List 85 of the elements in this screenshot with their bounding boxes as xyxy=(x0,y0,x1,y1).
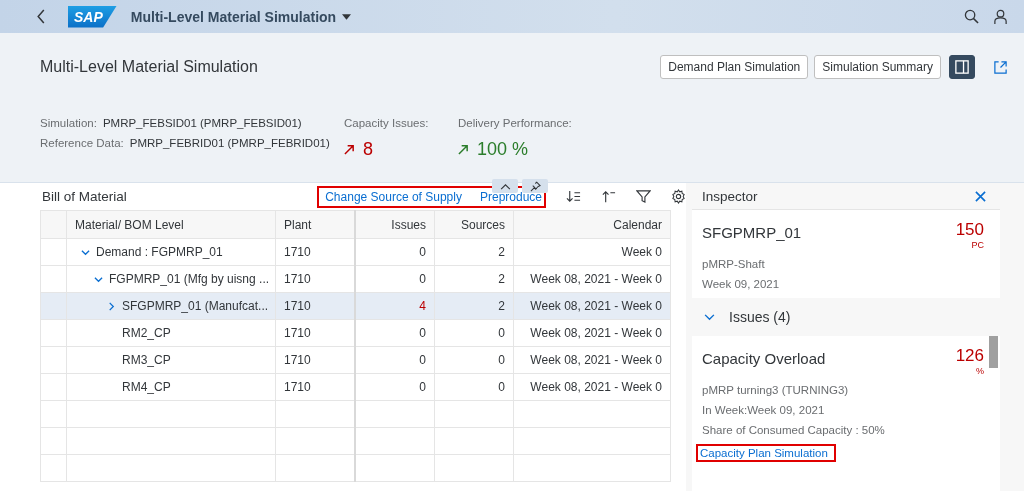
table-cell: 0 xyxy=(434,346,514,374)
column-header[interactable]: Sources xyxy=(434,210,514,239)
kpi-label: Delivery Performance: xyxy=(458,117,572,129)
item-description: pMRP-Shaft xyxy=(702,258,766,270)
table-cell: 0 xyxy=(434,319,514,347)
attribute-label: Simulation: xyxy=(40,117,97,129)
user-icon[interactable] xyxy=(993,9,1008,24)
side-panel-toggle[interactable] xyxy=(949,55,975,79)
item-unit: PC xyxy=(971,240,984,250)
table-cell: Week 08, 2021 - Week 0 xyxy=(513,373,671,401)
page-title: Multi-Level Material Simulation xyxy=(40,58,258,76)
attribute-label: Reference Data: xyxy=(40,137,124,149)
table-cell: 1710 xyxy=(275,292,355,320)
header-button[interactable]: Simulation Summary xyxy=(814,55,941,79)
table-cell: FGPMRP_01 (Mfg by uisng ... xyxy=(66,265,276,293)
expand-chevron-icon[interactable] xyxy=(81,247,90,257)
table-cell: 0 xyxy=(355,265,435,293)
table-cell: 2 xyxy=(434,238,514,266)
pin-icon xyxy=(529,180,541,192)
collapse-header-button[interactable] xyxy=(492,179,518,193)
pin-header-button[interactable] xyxy=(522,179,548,193)
chevron-up-icon xyxy=(499,182,511,190)
scrollbar-thumb[interactable] xyxy=(989,336,998,368)
kpi-value: 100 % xyxy=(477,139,529,160)
expand-chevron-icon[interactable] xyxy=(107,301,116,311)
caret-icon xyxy=(342,13,352,20)
table-cell: 0 xyxy=(355,238,435,266)
toolbar-link[interactable]: Preproduce xyxy=(479,189,542,204)
issue-title: Capacity Overload xyxy=(702,350,826,367)
issue-detail: pMRP turning3 (TURNING3) xyxy=(702,384,850,396)
inspector-title: Inspector xyxy=(702,188,758,204)
table-cell: SFGPMRP_01 (Manufcat... xyxy=(66,292,276,320)
column-header[interactable]: Material/ BOM Level xyxy=(66,210,276,239)
table-cell: RM4_CP xyxy=(66,373,276,401)
table-cell: Week 08, 2021 - Week 0 xyxy=(513,346,671,374)
table-cell: 1710 xyxy=(275,238,355,266)
side-panel-icon xyxy=(955,60,969,74)
item-name: SFGPMRP_01 xyxy=(702,224,802,241)
column-header[interactable]: Issues xyxy=(355,210,435,239)
kpi-label: Capacity Issues: xyxy=(344,117,430,129)
issue-value: 126 xyxy=(955,346,984,366)
table-cell: 2 xyxy=(434,265,514,293)
share-icon[interactable] xyxy=(993,59,1008,75)
table-cell: 1710 xyxy=(275,319,355,347)
table-cell: RM2_CP xyxy=(66,319,276,347)
close-icon[interactable] xyxy=(975,190,986,202)
table-cell: Week 08, 2021 - Week 0 xyxy=(513,292,671,320)
sort-icon[interactable] xyxy=(566,189,581,204)
table-cell: 1710 xyxy=(275,346,355,374)
table-title: Bill of Material xyxy=(42,189,128,204)
back-icon[interactable] xyxy=(36,9,46,24)
table-cell: RM3_CP xyxy=(66,346,276,374)
section-title[interactable]: Issues (4) xyxy=(729,309,791,325)
capacity-plan-link[interactable]: Capacity Plan Simulation xyxy=(700,447,828,459)
app-title-menu[interactable]: Multi-Level Material Simulation xyxy=(130,8,352,25)
table-cell: Week 08, 2021 - Week 0 xyxy=(513,319,671,347)
table-cell: 1710 xyxy=(275,373,355,401)
table-cell: 4 xyxy=(355,292,435,320)
table-cell: Demand : FGPMRP_01 xyxy=(66,238,276,266)
settings-icon[interactable] xyxy=(671,189,686,204)
attribute-value: PMRP_FEBRID01 (PMRP_FEBRID01) xyxy=(129,137,330,149)
sort-ascending-icon[interactable] xyxy=(601,189,616,204)
column-header[interactable]: Plant xyxy=(275,210,355,239)
search-icon[interactable] xyxy=(964,9,979,24)
item-quantity: 150 xyxy=(955,220,984,240)
table-cell: Week 08, 2021 - Week 0 xyxy=(513,265,671,293)
table-cell: 0 xyxy=(355,346,435,374)
kpi-value: 8 xyxy=(363,139,373,160)
column-header[interactable]: Calendar xyxy=(513,210,671,239)
attribute-value: PMRP_FEBSID01 (PMRP_FEBSID01) xyxy=(102,117,302,129)
expand-chevron-icon[interactable] xyxy=(704,313,715,321)
item-week: Week 09, 2021 xyxy=(702,278,781,290)
filter-icon[interactable] xyxy=(636,189,651,204)
issue-detail: Share of Consumed Capacity : 50% xyxy=(702,424,886,436)
table-cell: 0 xyxy=(355,319,435,347)
table-cell: 0 xyxy=(434,373,514,401)
header-button[interactable]: Demand Plan Simulation xyxy=(660,55,809,79)
toolbar-link[interactable]: Change Source of Supply xyxy=(325,189,462,204)
issue-detail: In Week:Week 09, 2021 xyxy=(702,404,826,416)
table-cell: 0 xyxy=(355,373,435,401)
expand-chevron-icon[interactable] xyxy=(94,274,103,284)
table-cell: Week 0 xyxy=(513,238,671,266)
logo[interactable]: SAP xyxy=(68,5,117,28)
issue-unit: % xyxy=(976,366,984,376)
table-cell: 2 xyxy=(434,292,514,320)
